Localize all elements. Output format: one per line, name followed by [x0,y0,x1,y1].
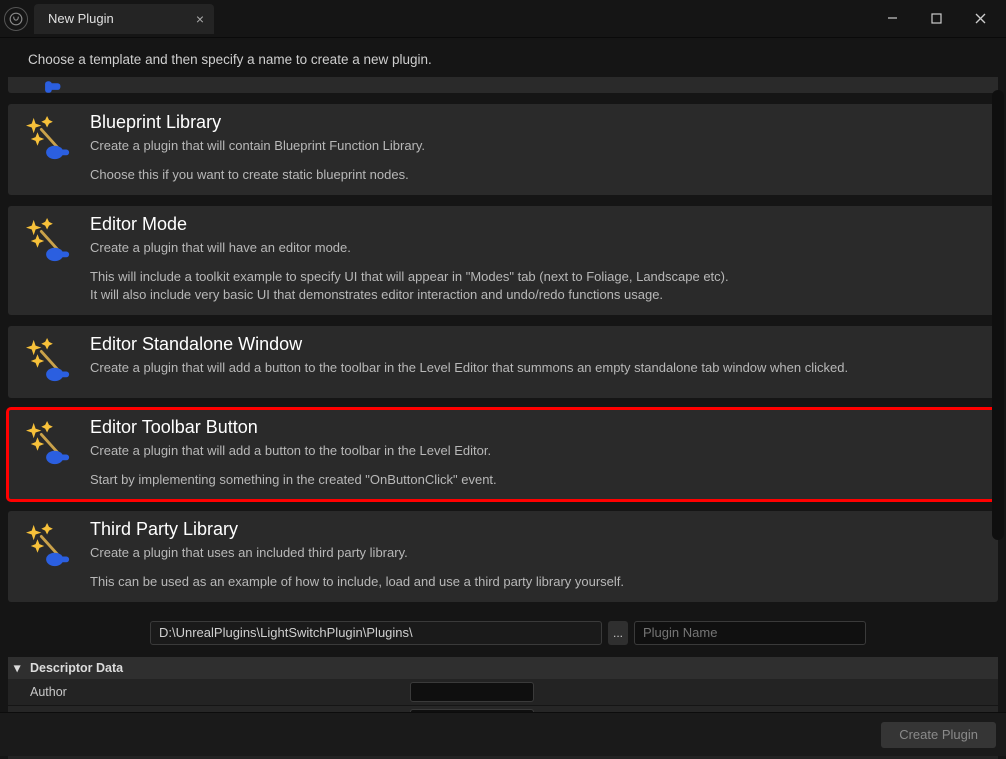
author-row: Author [8,679,998,706]
plugin-name-input[interactable] [634,621,866,645]
template-title: Editor Standalone Window [90,334,986,355]
tab-title: New Plugin [48,11,114,26]
template-item-editor-standalone-window[interactable]: Editor Standalone Window Create a plugin… [8,326,998,398]
minimize-button[interactable] [870,4,914,34]
maximize-button[interactable] [914,4,958,34]
chevron-down-icon: ▾ [14,660,24,675]
template-desc: Create a plugin that will add a button t… [90,359,986,378]
template-item-editor-toolbar-button[interactable]: Editor Toolbar Button Create a plugin th… [8,409,998,500]
template-desc: Create a plugin that uses an included th… [90,544,986,563]
template-extra: Start by implementing something in the c… [90,471,986,490]
path-name-row: ... [0,613,1006,647]
template-desc: Create a plugin that will add a button t… [90,442,986,461]
footer: Create Plugin [0,712,1006,756]
template-item-editor-mode[interactable]: Editor Mode Create a plugin that will ha… [8,206,998,316]
create-plugin-label: Create Plugin [899,727,978,742]
template-title: Third Party Library [90,519,986,540]
wand-icon [22,417,76,490]
browse-label: ... [613,626,623,640]
wand-icon [22,214,76,306]
template-desc: Create a plugin that will contain Bluepr… [90,137,986,156]
template-title: Editor Mode [90,214,986,235]
template-desc: Create a plugin that will have an editor… [90,239,986,258]
template-title: Blueprint Library [90,112,986,133]
wand-icon [22,334,76,388]
section-label: Descriptor Data [30,661,123,675]
author-input[interactable] [410,682,534,702]
create-plugin-button[interactable]: Create Plugin [881,722,996,748]
template-item-partial[interactable] [8,77,998,93]
template-item-blueprint-library[interactable]: Blueprint Library Create a plugin that w… [8,104,998,195]
close-button[interactable] [958,4,1002,34]
app-logo-icon [4,7,28,31]
titlebar: New Plugin × [0,0,1006,38]
list-scrollbar[interactable] [992,90,1004,540]
browse-button[interactable]: ... [608,621,628,645]
wand-icon [22,519,76,592]
template-list: Blueprint Library Create a plugin that w… [0,77,1006,602]
author-label: Author [8,685,410,699]
wand-icon [22,112,76,185]
template-item-third-party-library[interactable]: Third Party Library Create a plugin that… [8,511,998,602]
descriptor-data-header[interactable]: ▾ Descriptor Data [8,657,998,679]
template-title: Editor Toolbar Button [90,417,986,438]
template-extra: This will include a toolkit example to s… [90,268,986,306]
template-extra: Choose this if you want to create static… [90,166,986,185]
plugin-path-input[interactable] [150,621,602,645]
tab-new-plugin[interactable]: New Plugin × [34,4,214,34]
tab-close-icon[interactable]: × [196,11,204,27]
instruction-text: Choose a template and then specify a nam… [0,38,1006,77]
window-controls [870,4,1002,34]
template-extra: This can be used as an example of how to… [90,573,986,592]
